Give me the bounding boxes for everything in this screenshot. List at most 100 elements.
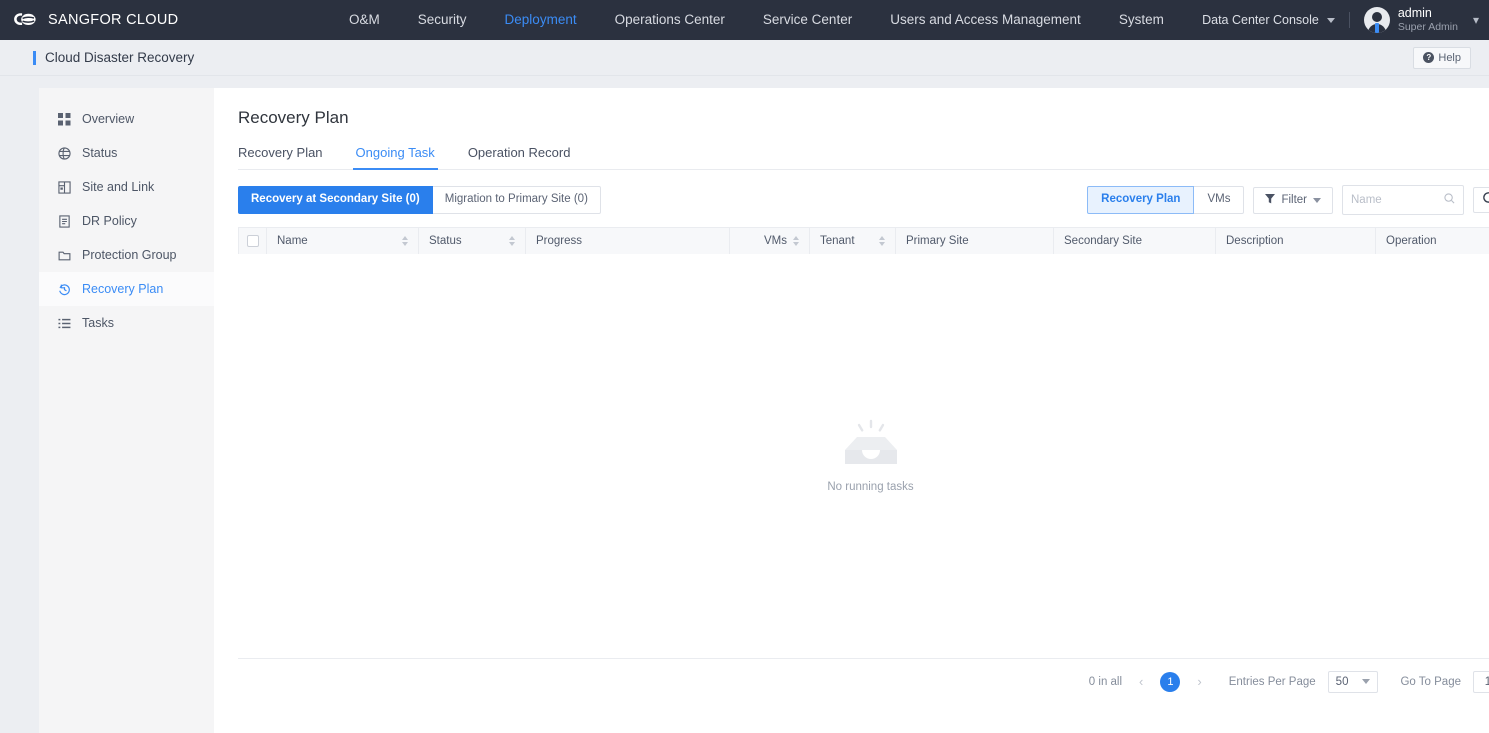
sidebar-item-tasks[interactable]: Tasks: [39, 306, 214, 340]
column-label: Description: [1226, 235, 1284, 247]
column-header-secondary-site: Secondary Site: [1054, 228, 1216, 254]
page-section-title: Cloud Disaster Recovery: [45, 50, 195, 65]
column-header-primary-site: Primary Site: [896, 228, 1054, 254]
breadcrumb: Cloud Disaster Recovery: [33, 50, 194, 65]
segment-migration-to-primary-site[interactable]: Migration to Primary Site (0): [432, 186, 601, 214]
chevron-down-icon: [1362, 679, 1371, 684]
entries-per-page-select[interactable]: 50: [1327, 670, 1379, 693]
body: Overview Status Site and Link DR Policy …: [0, 76, 1489, 733]
column-label: Status: [429, 235, 462, 247]
divider: [1348, 12, 1350, 28]
tab-ongoing-task[interactable]: Ongoing Task: [352, 145, 439, 170]
sidebar-item-protection-group[interactable]: Protection Group: [39, 238, 214, 272]
user-role: Super Admin: [1397, 21, 1458, 34]
nav-item-users-and-access-management[interactable]: Users and Access Management: [871, 0, 1100, 40]
sidebar: Overview Status Site and Link DR Policy …: [39, 88, 214, 733]
column-header-tenant[interactable]: Tenant: [810, 228, 896, 254]
sub-header: Cloud Disaster Recovery ? Help: [0, 40, 1489, 76]
column-label: Tenant: [820, 235, 855, 247]
column-header-vms[interactable]: VMs: [730, 228, 810, 254]
sort-toggle-icon[interactable]: [871, 236, 885, 246]
sidebar-item-site-and-link[interactable]: Site and Link: [39, 170, 214, 204]
select-all-checkbox[interactable]: [246, 235, 259, 247]
column-label: Secondary Site: [1064, 235, 1142, 247]
building-icon: [57, 180, 71, 194]
search-input[interactable]: [1351, 194, 1444, 206]
sort-toggle-icon[interactable]: [787, 236, 799, 246]
list-icon: [57, 316, 71, 330]
nav-item-deployment[interactable]: Deployment: [486, 0, 596, 40]
refresh-button[interactable]: [1473, 187, 1489, 213]
go-to-page-label: Go To Page: [1400, 675, 1461, 688]
nav-item-security[interactable]: Security: [399, 0, 486, 40]
avatar: [1363, 7, 1390, 33]
view-toggle-recovery-plan[interactable]: Recovery Plan: [1087, 186, 1195, 214]
sort-toggle-icon[interactable]: [501, 236, 515, 246]
column-label: Progress: [536, 235, 583, 247]
chevron-down-icon: ▾: [1472, 13, 1479, 27]
task-type-segmented-control: Recovery at Secondary Site (0) Migration…: [238, 186, 601, 214]
nav-item-om[interactable]: O&M: [330, 0, 399, 40]
entries-per-page-label: Entries Per Page: [1228, 675, 1316, 688]
console-selector[interactable]: Data Center Console: [1202, 13, 1335, 27]
sidebar-item-label: Recovery Plan: [82, 282, 164, 296]
sidebar-item-label: Status: [82, 146, 118, 160]
sidebar-item-label: Overview: [82, 112, 135, 126]
search-icon[interactable]: [1444, 191, 1455, 209]
column-header-progress: Progress: [526, 228, 730, 254]
brand[interactable]: SANGFOR CLOUD: [0, 10, 330, 30]
toolbar-right: Recovery Plan VMs Filter: [1087, 185, 1489, 215]
nav-item-service-center[interactable]: Service Center: [744, 0, 871, 40]
content-panel: Recovery Plan Recovery Plan Ongoing Task…: [214, 88, 1489, 733]
nav-item-operations-center[interactable]: Operations Center: [596, 0, 744, 40]
go-to-page-input[interactable]: 1: [1473, 670, 1489, 693]
filter-button-label: Filter: [1281, 194, 1307, 206]
status-globe-icon: [57, 146, 71, 160]
grid-icon: [57, 112, 71, 126]
sort-toggle-icon[interactable]: [394, 236, 408, 246]
content-tabs: Recovery Plan Ongoing Task Operation Rec…: [238, 145, 1489, 170]
column-label: VMs: [764, 235, 787, 247]
view-toggle: Recovery Plan VMs: [1087, 186, 1245, 214]
sidebar-item-label: Site and Link: [82, 180, 155, 194]
sidebar-item-overview[interactable]: Overview: [39, 102, 214, 136]
sidebar-item-status[interactable]: Status: [39, 136, 214, 170]
empty-state: No running tasks: [238, 254, 1489, 658]
sidebar-item-label: DR Policy: [82, 214, 137, 228]
document-icon: [57, 214, 71, 228]
sidebar-item-dr-policy[interactable]: DR Policy: [39, 204, 214, 238]
help-button[interactable]: ? Help: [1413, 46, 1471, 69]
column-header-status[interactable]: Status: [419, 228, 526, 254]
tab-recovery-plan[interactable]: Recovery Plan: [238, 145, 323, 169]
empty-box-icon: [840, 419, 902, 472]
tab-operation-record[interactable]: Operation Record: [468, 145, 571, 169]
column-label: Primary Site: [906, 235, 969, 247]
help-icon: ?: [1423, 52, 1435, 63]
page-number-1[interactable]: 1: [1160, 671, 1181, 692]
nav-item-system[interactable]: System: [1100, 0, 1183, 40]
user-menu[interactable]: admin Super Admin ▾: [1363, 5, 1479, 35]
chevron-right-icon[interactable]: ›: [1192, 674, 1206, 689]
console-selector-label: Data Center Console: [1202, 13, 1319, 27]
total-count-label: 0 in all: [1088, 675, 1123, 688]
select-all-header: [239, 228, 267, 254]
pagination: 0 in all ‹ 1 › Entries Per Page 50 Go To…: [238, 658, 1489, 704]
chevron-left-icon[interactable]: ‹: [1134, 674, 1148, 689]
column-label: Name: [277, 235, 308, 247]
brand-name: SANGFOR CLOUD: [48, 12, 179, 28]
column-header-operation: Operation: [1376, 228, 1489, 254]
segment-recovery-at-secondary-site[interactable]: Recovery at Secondary Site (0): [238, 186, 433, 214]
view-toggle-vms[interactable]: VMs: [1194, 186, 1245, 214]
user-name: admin: [1397, 5, 1432, 20]
sidebar-item-recovery-plan[interactable]: Recovery Plan: [39, 272, 214, 306]
chevron-down-icon: [1326, 17, 1335, 23]
filter-button[interactable]: Filter: [1253, 186, 1333, 214]
search-box[interactable]: [1342, 185, 1464, 215]
refresh-icon: [1482, 191, 1489, 209]
empty-state-text: No running tasks: [827, 481, 914, 493]
toolbar: Recovery at Secondary Site (0) Migration…: [238, 185, 1489, 215]
sidebar-item-label: Protection Group: [82, 248, 177, 262]
top-navigation-bar: SANGFOR CLOUD O&M Security Deployment Op…: [0, 0, 1489, 40]
folder-icon: [57, 248, 71, 262]
column-header-name[interactable]: Name: [267, 228, 419, 254]
